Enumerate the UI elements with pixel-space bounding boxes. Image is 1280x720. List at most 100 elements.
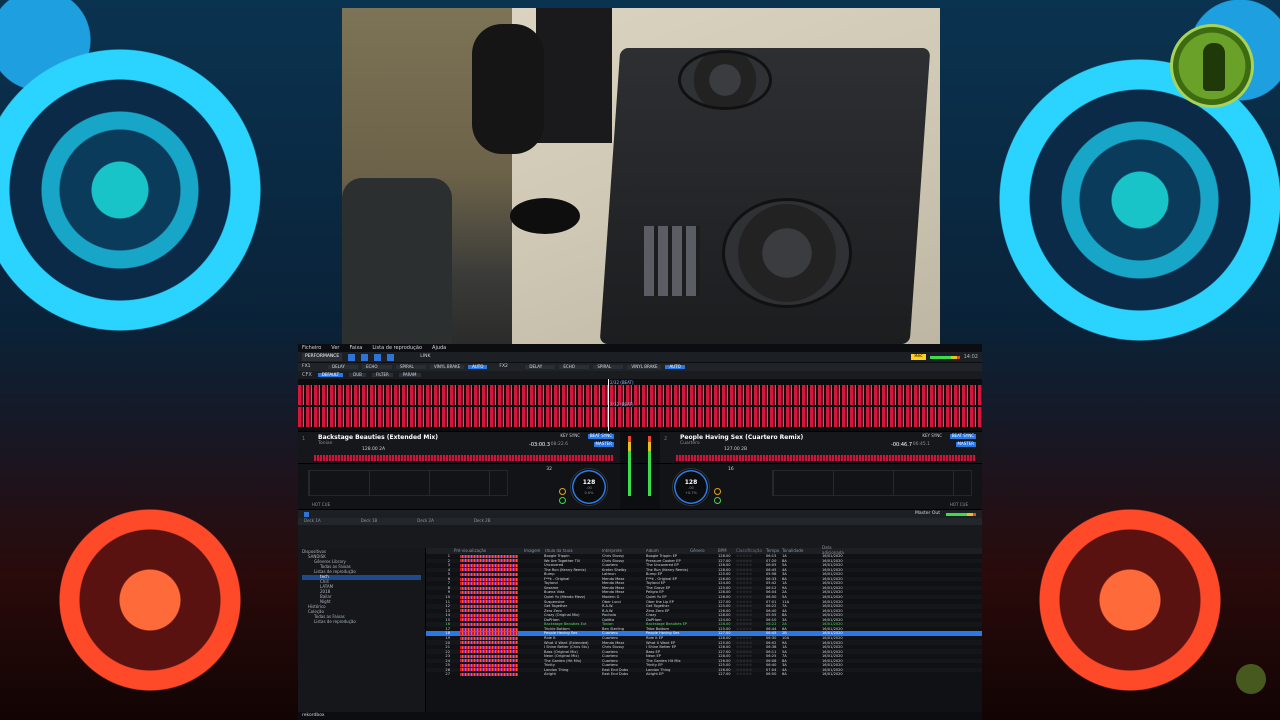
layout-icon[interactable] [348, 353, 356, 361]
menu-help[interactable]: Ajuda [432, 345, 446, 351]
deck-info-row: 1 Backstage Beauties (Extended Mix) Toni… [298, 431, 982, 496]
col-bpm[interactable]: BPM [718, 548, 736, 554]
controller-pads [644, 226, 700, 296]
key-sync-button[interactable]: KEY SYNC [922, 433, 942, 439]
menu-file[interactable]: Ficheiro [302, 345, 321, 351]
fx1-slot-1[interactable]: DELAY [328, 364, 358, 370]
cell-preview-waveform [454, 568, 524, 572]
fx1-slot-3[interactable]: SPIRAL [396, 364, 426, 370]
preview-waveform [460, 659, 518, 663]
waveform-overview[interactable]: 2/32 (BEAT) 2/32 (BEAT) [298, 379, 982, 431]
cell-preview-waveform [454, 600, 524, 604]
beat-sync-button[interactable]: BEAT SYNC [587, 433, 614, 439]
play-button[interactable] [714, 497, 721, 504]
cell-artist: East End Dubs [602, 672, 629, 677]
tree-item[interactable]: Listas de reprodução [302, 619, 421, 625]
col-album[interactable]: Álbum [646, 549, 690, 554]
cfx-default-button[interactable]: DEFAULT [317, 372, 344, 378]
cue-button[interactable] [714, 488, 721, 495]
cell-preview-waveform [454, 663, 524, 667]
rec-button[interactable]: Rec [911, 354, 926, 360]
cell-preview-waveform [454, 645, 524, 649]
col-artist[interactable]: Intérprete [602, 549, 646, 554]
mode-selector[interactable]: PERFORMANCE [302, 353, 343, 361]
fx1-slot-4[interactable]: VINYL BRAKE [430, 364, 465, 370]
cell-preview-waveform [454, 618, 524, 622]
preview-waveform [460, 586, 518, 590]
cell-preview-waveform [454, 595, 524, 599]
cfx-filter-button[interactable]: FILTER [371, 372, 393, 378]
deck-mini-waveform[interactable] [314, 455, 614, 461]
master-vu-meter [929, 355, 960, 359]
controller-jog-left [678, 50, 772, 110]
hotcue-grid[interactable] [772, 470, 972, 496]
hotcue-label[interactable]: HOT CUE [312, 502, 330, 508]
fx2-slot-4[interactable]: VINYL BRAKE [627, 364, 662, 370]
loop-length[interactable]: 32 [546, 467, 552, 472]
menu-track[interactable]: Faixa [349, 345, 362, 351]
master-button[interactable]: MASTER [593, 441, 614, 447]
fx2-slot-2[interactable]: ECHO [559, 364, 590, 370]
headphones-icon[interactable] [304, 511, 309, 517]
master-button[interactable]: MASTER [955, 441, 976, 447]
cell-preview-waveform [454, 577, 524, 581]
cell-preview-waveform [454, 641, 524, 645]
jog-wheel[interactable]: 128 .00 +0.7% [672, 468, 710, 506]
fx2-slot-3[interactable]: SPIRAL [593, 364, 624, 370]
play-button[interactable] [559, 497, 566, 504]
col-genre[interactable]: Gênero [690, 548, 718, 554]
cell-date: 16/01/2020 [822, 672, 843, 677]
col-time[interactable]: Tempo [766, 548, 782, 554]
crossfader-area[interactable] [620, 464, 660, 509]
fx1-auto-button[interactable]: AUTO [468, 364, 488, 370]
deck-tab-1a[interactable]: Deck 1A [304, 518, 321, 524]
cell-preview-waveform [454, 636, 524, 640]
preview-waveform [460, 604, 518, 608]
menu-playlist[interactable]: Lista de reprodução [372, 345, 422, 351]
cell-preview-waveform [454, 604, 524, 608]
fx2-label: FX2 [499, 364, 508, 370]
fx-row: FX1 DELAY ECHO SPIRAL VINYL BRAKE AUTO F… [298, 362, 982, 371]
deck-tab-2a[interactable]: Deck 2A [417, 518, 434, 524]
fx2-slot-1[interactable]: DELAY [525, 364, 556, 370]
beat-sync-button[interactable]: BEAT SYNC [949, 433, 976, 439]
preview-waveform [460, 613, 518, 617]
col-artwork[interactable]: Imagem [524, 548, 544, 554]
preview-waveform [460, 609, 518, 613]
cue-button[interactable] [559, 488, 566, 495]
jog-wheel[interactable]: 128 .00 0.0% [570, 468, 608, 506]
col-rating[interactable]: Classificação [736, 548, 766, 554]
cell-preview-waveform [454, 582, 524, 586]
menu-view[interactable]: Ver [331, 345, 339, 351]
browser-deck-tabs: Deck 1A Deck 1B Deck 2A Deck 2B [298, 518, 982, 525]
fx1-slot-2[interactable]: ECHO [362, 364, 392, 370]
key-sync-button[interactable]: KEY SYNC [560, 433, 580, 439]
col-title[interactable]: Título da faixa [544, 549, 602, 554]
cfx-dub-button[interactable]: DUB [349, 372, 366, 378]
mixer-meters [620, 432, 660, 496]
master-out-label[interactable]: Master Out [915, 511, 940, 516]
link-label[interactable]: LINK [420, 354, 430, 359]
hotcue-label[interactable]: HOT CUE [950, 502, 968, 508]
deck-mini-waveform[interactable] [676, 455, 976, 461]
cell-preview-waveform [454, 572, 524, 576]
deck-2-jog-area: 16 128 .00 +0.7% HOT CUE [660, 464, 982, 509]
table-row[interactable]: 27 Alright East End Dubs Alright EP 127.00 ☆☆… [426, 672, 982, 677]
deck-2-icon[interactable] [361, 353, 369, 361]
col-key[interactable]: Tonalidade [782, 548, 822, 554]
sampler-icon[interactable] [387, 353, 395, 361]
fx2-auto-button[interactable]: AUTO [665, 364, 685, 370]
deck-4-icon[interactable] [374, 353, 382, 361]
preview-waveform [460, 645, 518, 649]
cell-preview-waveform [454, 559, 524, 563]
cfx-param-button[interactable]: PARAM [398, 372, 421, 378]
microphone-stand [510, 198, 580, 234]
deck-tab-2b[interactable]: Deck 2B [474, 518, 491, 524]
rekordbox-logo: rekordbox [302, 713, 325, 719]
col-preview[interactable]: Pré-visualização [454, 548, 524, 554]
loop-length[interactable]: 16 [728, 467, 734, 472]
hotcue-grid[interactable] [308, 470, 508, 496]
deck-tab-1b[interactable]: Deck 1B [361, 518, 378, 524]
library-browser: Dispositivos SANDISK Gêneros Library Todas … [298, 545, 982, 712]
cell-time: 06:50 [766, 672, 777, 677]
